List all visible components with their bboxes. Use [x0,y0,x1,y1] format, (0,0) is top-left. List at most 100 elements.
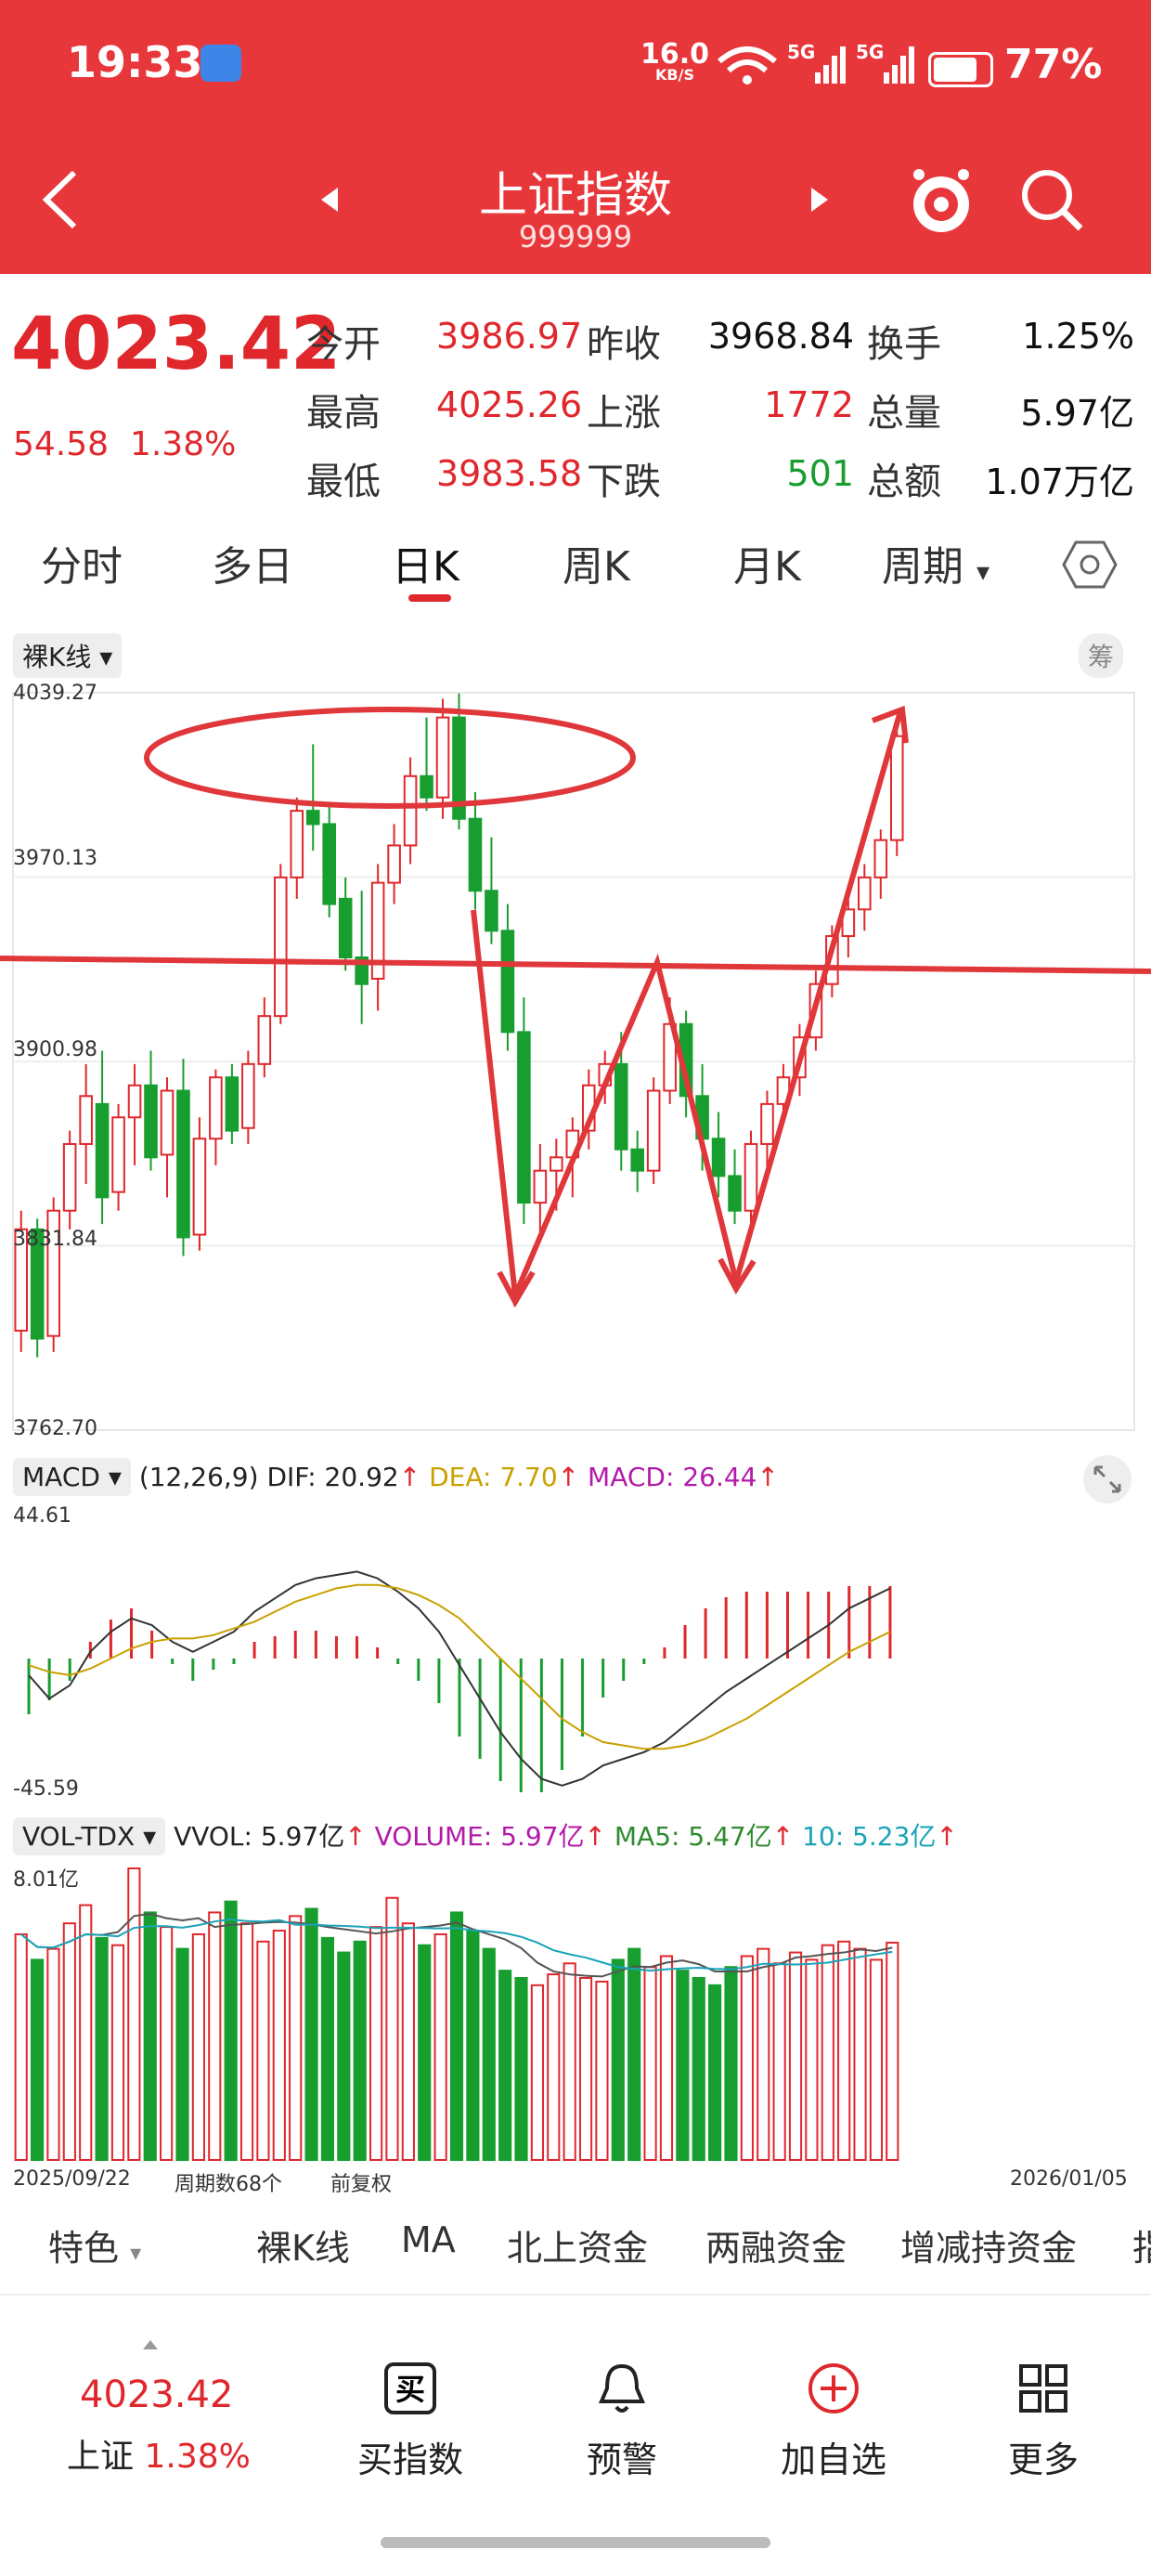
candle-body [646,1089,661,1172]
caret-up-icon[interactable] [141,2338,160,2351]
kline-chart[interactable] [0,678,1151,1449]
btab-tese[interactable]: 特色 ▾ [48,2219,141,2270]
candle-body [744,1142,758,1212]
candle-body [614,1062,628,1151]
plus-circle-icon [808,2363,859,2413]
buy-button[interactable]: 买 买指数 [327,2361,494,2482]
alert-button[interactable]: 预警 [538,2361,705,2482]
volume-bar [692,1976,705,2161]
volume-bar [160,1926,174,2162]
signal-label-1: 5G [787,41,816,63]
tab-period[interactable]: 周期 ▾ [882,533,989,592]
btab-north[interactable]: 北上资金 [507,2219,648,2270]
candle-body [485,890,498,932]
btab-ma[interactable]: MA [401,2219,456,2260]
volume-chart [14,1867,899,2162]
stat-label: 总额 [867,461,941,503]
volume-bar [14,1932,28,2161]
volume-bar [353,1940,367,2161]
btab-margin[interactable]: 两融资金 [705,2219,847,2270]
stat-label: 换手 [867,323,941,366]
volume-bar [175,1947,189,2162]
chip-button[interactable]: 筹 [1079,633,1124,678]
home-indicator[interactable] [381,2537,770,2548]
volume-bar [449,1911,464,2162]
volume-bar [110,1944,125,2161]
search-icon[interactable] [1019,167,1086,234]
price-label-3: 3900.98 [13,1038,97,1061]
volume-bar [385,1896,399,2161]
settings-hex-icon[interactable] [1062,537,1118,592]
tab-duori[interactable]: 多日 [212,533,293,592]
candle-body [387,844,401,884]
kline-mode-select[interactable]: 裸K线 ▾ [13,633,123,678]
volume-bar [46,1947,60,2162]
volume-bar [418,1944,432,2161]
buy-icon: 买 [384,2362,436,2414]
candle-body [550,1156,563,1172]
footer-quote[interactable]: 上证 1.38% [67,2429,251,2478]
mascot-icon[interactable] [906,163,976,238]
annotation-neckline [0,956,1151,974]
candle-body [873,839,888,878]
macd-select[interactable]: MACD ▾ [13,1458,131,1496]
tab-yuek[interactable]: 月K [733,533,801,592]
signal-label-2: 5G [856,41,885,63]
macd-chart [27,1570,892,1792]
grid-icon [1019,2364,1067,2413]
volume-bar [547,1973,561,2161]
volume-bar [886,1941,899,2162]
signal-icon-2 [884,46,914,84]
index-code: 999999 [518,219,633,254]
stat-value: 3968.84 [707,316,854,357]
price-label-2: 3970.13 [13,847,97,870]
volume-bar [853,1947,867,2162]
candle-body [435,716,450,799]
prev-arrow-icon[interactable] [317,186,340,214]
tab-rik[interactable]: 日K [392,533,459,592]
stat-value: 4025.26 [436,384,583,425]
candle-body [274,876,288,1018]
volume-bar [482,1947,496,2162]
candle-body [711,1138,726,1177]
volume-bar [659,1955,674,2161]
volume-bar [224,1900,238,2161]
volume-bar [143,1911,157,2162]
back-icon[interactable] [37,167,84,232]
volume-bar [757,1947,770,2162]
app-header: 19:33 16.0 KB/S 5G 5G 77% 上证指数 999999 [0,0,1151,274]
more-button[interactable]: 更多 [960,2361,1127,2482]
stat-value: 3983.58 [436,453,583,494]
volume-bar [595,1980,609,2161]
candle-body [62,1142,77,1212]
tab-fenshi[interactable]: 分时 [41,533,123,592]
tab-zhouk[interactable]: 周K [563,533,630,592]
volume-bar [676,1970,690,2162]
candle-body [858,876,872,911]
candle-body [889,735,904,841]
bell-icon [598,2363,646,2413]
stat-value: 1.07万亿 [985,462,1134,502]
volume-bar [256,1940,270,2161]
battery-level: 77% [1004,41,1103,88]
vol-select[interactable]: VOL-TDX ▾ [13,1817,166,1855]
volume-bar [740,1955,754,2161]
volume-bar [289,1915,303,2162]
volume-bar [821,1944,834,2161]
footer-price[interactable]: 4023.42 [80,2374,233,2416]
candle-body [403,774,418,847]
candle-body [225,1076,239,1132]
add-watchlist-button[interactable]: 加自选 [750,2361,917,2482]
next-arrow-icon[interactable] [809,186,832,214]
end-date: 2026/01/05 [1010,2167,1128,2191]
candle-body [760,1102,774,1145]
btab-more[interactable]: 指 [1132,2219,1151,2270]
volume-bar [643,1966,657,2161]
stat-label: 最高 [306,392,381,435]
btab-luok[interactable]: 裸K线 [256,2219,350,2270]
network-speed: 16.0 KB/S [640,38,710,84]
btab-holding[interactable]: 增减持资金 [900,2219,1077,2270]
volume-bar [627,1947,641,2162]
stat-label: 最低 [306,461,381,503]
volume-bar [239,1922,254,2161]
